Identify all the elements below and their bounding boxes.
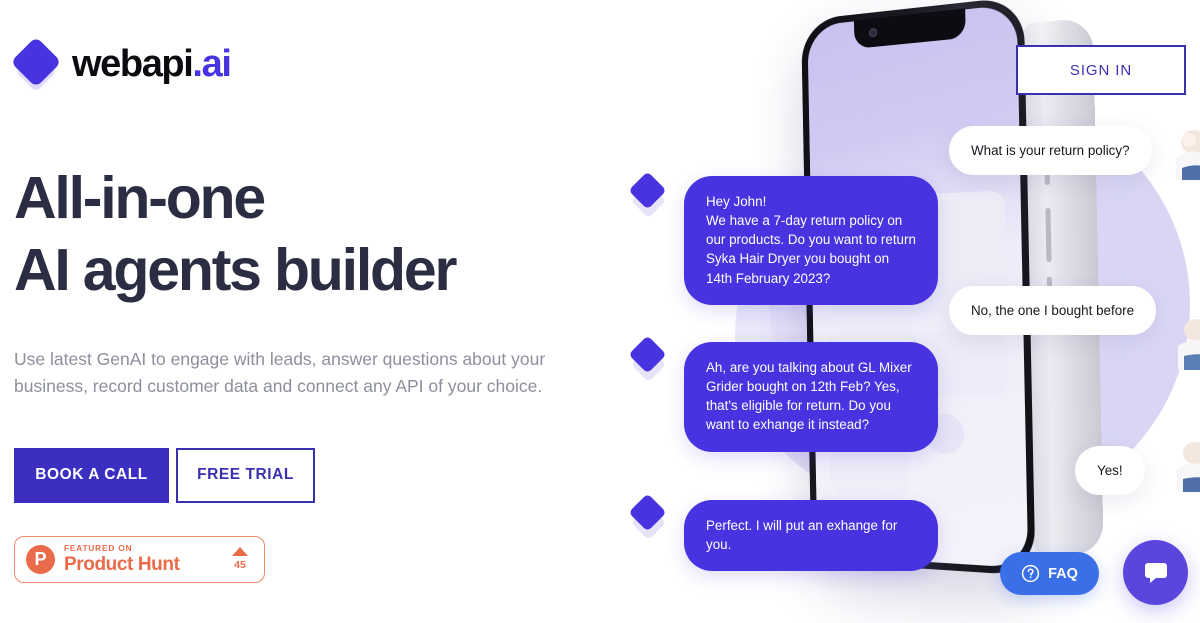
- book-a-call-button[interactable]: BOOK A CALL: [14, 447, 169, 503]
- site-header: webapi.ai SIGN IN: [0, 0, 1200, 120]
- faq-label: FAQ: [1048, 565, 1078, 582]
- hero-subtitle: Use latest GenAI to engage with leads, a…: [14, 348, 546, 396]
- faq-button[interactable]: FAQ: [1000, 552, 1099, 595]
- landing-page: Hey John! We have a 7-day return policy …: [0, 0, 1200, 623]
- user-message-bubble: No, the one I bought before: [949, 286, 1157, 336]
- sign-in-button[interactable]: SIGN IN: [1016, 45, 1186, 95]
- cta-row: BOOK A CALL FREE TRIAL: [14, 447, 614, 503]
- logo-text: webapi.ai: [72, 43, 232, 85]
- free-trial-button[interactable]: FREE TRIAL: [176, 447, 315, 503]
- user-message-bubble: What is your return policy?: [949, 126, 1152, 176]
- hero-section: All-in-one AI agents builder Use latest …: [14, 165, 614, 583]
- featured-on-label: FEATURED ON: [64, 543, 133, 553]
- bot-avatar-1: [628, 171, 672, 220]
- question-circle-icon: [1021, 564, 1040, 583]
- product-hunt-upvote[interactable]: 45: [227, 547, 253, 571]
- bot-message-bubble: Hey John! We have a 7-day return policy …: [684, 176, 938, 305]
- page-title: All-in-one AI agents builder: [14, 165, 614, 304]
- upvote-triangle-icon: [232, 547, 248, 557]
- chat-bubble-icon: [1144, 562, 1167, 583]
- bot-avatar-2: [628, 335, 672, 384]
- diamond-logo-icon: [10, 36, 62, 93]
- upvote-count: 45: [234, 559, 246, 572]
- user-message-bubble: Yes!: [1075, 446, 1145, 496]
- logo-accent: .ai: [192, 43, 231, 85]
- headline-line-1: All-in-one: [14, 165, 266, 231]
- product-hunt-logo-icon: P: [26, 544, 55, 574]
- logo-name: webapi: [72, 43, 194, 85]
- bot-avatar-3: [628, 493, 672, 542]
- bot-message-bubble: Ah, are you talking about GL Mixer Gride…: [684, 342, 938, 452]
- chat-widget-button[interactable]: [1123, 540, 1188, 605]
- product-hunt-badge[interactable]: P FEATURED ON Product Hunt 45: [14, 535, 265, 583]
- logo[interactable]: webapi.ai: [10, 36, 232, 93]
- product-hunt-text: FEATURED ON Product Hunt: [64, 543, 218, 576]
- headline-line-2: AI agents builder: [14, 237, 457, 304]
- bot-message-bubble: Perfect. I will put an exhange for you.: [684, 500, 938, 572]
- product-hunt-name: Product Hunt: [64, 554, 180, 576]
